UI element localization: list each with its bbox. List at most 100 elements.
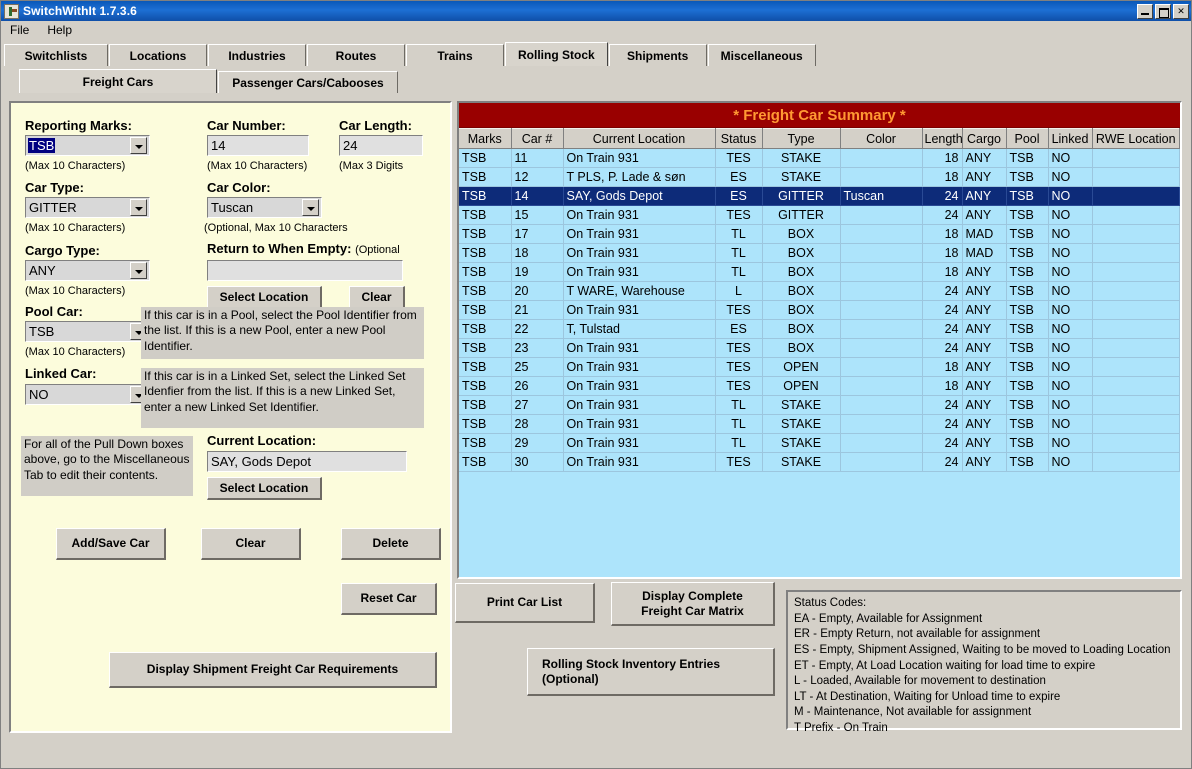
- col-linked[interactable]: Linked: [1048, 128, 1093, 149]
- table-row[interactable]: TSB 15 On Train 931 TES GITTER 24 ANY TSB NO: [459, 205, 1180, 225]
- cell-current-location: On Train 931: [563, 262, 716, 282]
- tab-industries[interactable]: Industries: [208, 44, 306, 66]
- col-status[interactable]: Status: [715, 128, 763, 149]
- col-car-number[interactable]: Car #: [511, 128, 564, 149]
- print-car-list-button[interactable]: Print Car List: [455, 583, 595, 623]
- cell-linked: NO: [1048, 338, 1093, 358]
- tab-trains[interactable]: Trains: [406, 44, 504, 66]
- cell-status: TES: [715, 148, 763, 168]
- cell-pool: TSB: [1006, 262, 1049, 282]
- table-row[interactable]: TSB 28 On Train 931 TL STAKE 24 ANY TSB NO: [459, 414, 1180, 434]
- rolling-stock-inventory-button[interactable]: Rolling Stock Inventory Entries (Optiona…: [527, 648, 775, 696]
- cell-type: BOX: [762, 338, 841, 358]
- display-complete-matrix-button[interactable]: Display Complete Freight Car Matrix: [611, 582, 775, 626]
- col-marks[interactable]: Marks: [459, 128, 512, 149]
- reporting-marks-label: Reporting Marks:: [25, 118, 132, 133]
- chevron-down-icon[interactable]: [130, 199, 147, 216]
- table-row[interactable]: TSB 26 On Train 931 TES OPEN 18 ANY TSB NO: [459, 376, 1180, 396]
- cargo-type-combo[interactable]: ANY: [25, 260, 150, 281]
- cell-status: TL: [715, 262, 763, 282]
- menu-item-help[interactable]: Help: [44, 22, 81, 39]
- chevron-down-icon[interactable]: [130, 137, 147, 154]
- col-current-location[interactable]: Current Location: [563, 128, 716, 149]
- table-row[interactable]: TSB 14 SAY, Gods Depot ES GITTER Tuscan 24 ANY T…: [459, 186, 1180, 206]
- cell-pool: TSB: [1006, 452, 1049, 472]
- current-location-select-button[interactable]: Select Location: [207, 477, 322, 500]
- table-row[interactable]: TSB 20 T WARE, Warehouse L BOX 24 ANY TSB NO: [459, 281, 1180, 301]
- table-row[interactable]: TSB 25 On Train 931 TES OPEN 18 ANY TSB NO: [459, 357, 1180, 377]
- table-row[interactable]: TSB 19 On Train 931 TL BOX 18 ANY TSB NO: [459, 262, 1180, 282]
- cell-cargo: ANY: [962, 262, 1007, 282]
- col-rwe-location[interactable]: RWE Location: [1092, 128, 1180, 149]
- rwe-input[interactable]: [207, 260, 403, 281]
- status-codes-box: Status Codes: EA - Empty, Available for …: [786, 590, 1182, 734]
- cell-length: 24: [922, 300, 963, 320]
- maximize-button[interactable]: [1155, 3, 1171, 19]
- add-save-car-button[interactable]: Add/Save Car: [56, 528, 166, 560]
- table-row[interactable]: TSB 30 On Train 931 TES STAKE 24 ANY TSB NO: [459, 452, 1180, 472]
- delete-button[interactable]: Delete: [341, 528, 441, 560]
- table-row[interactable]: TSB 27 On Train 931 TL STAKE 24 ANY TSB NO: [459, 395, 1180, 415]
- filler-cell: [511, 471, 563, 577]
- status-code-line: L - Loaded, Available for movement to de…: [794, 675, 1046, 688]
- table-row[interactable]: TSB 17 On Train 931 TL BOX 18 MAD TSB NO: [459, 224, 1180, 244]
- car-number-input[interactable]: 14: [207, 135, 309, 156]
- table-row[interactable]: TSB 11 On Train 931 TES STAKE 18 ANY TSB NO: [459, 148, 1180, 168]
- display-shipment-requirements-button[interactable]: Display Shipment Freight Car Requirement…: [109, 652, 437, 688]
- car-length-input[interactable]: 24: [339, 135, 423, 156]
- filler-cell: [962, 471, 1006, 577]
- car-color-combo[interactable]: Tuscan: [207, 197, 322, 218]
- reporting-marks-combo[interactable]: TSB: [25, 135, 150, 156]
- menu-bar: File Help: [1, 21, 1191, 40]
- subtab-passenger-cars[interactable]: Passenger Cars/Cabooses: [218, 71, 398, 93]
- linked-car-combo[interactable]: NO: [25, 384, 150, 405]
- cell-rwe-location: [1092, 243, 1180, 263]
- cell-status: TES: [715, 300, 763, 320]
- cell-current-location: On Train 931: [563, 243, 716, 263]
- cell-pool: TSB: [1006, 243, 1049, 263]
- cell-pool: TSB: [1006, 395, 1049, 415]
- menu-item-file[interactable]: File: [7, 22, 38, 39]
- rwe-select-location-button[interactable]: Select Location: [207, 286, 322, 309]
- cell-current-location: On Train 931: [563, 205, 716, 225]
- minimize-button[interactable]: [1137, 3, 1153, 19]
- filler-cell: [1006, 471, 1048, 577]
- car-type-combo[interactable]: GITTER: [25, 197, 150, 218]
- table-row[interactable]: TSB 18 On Train 931 TL BOX 18 MAD TSB NO: [459, 243, 1180, 263]
- table-row[interactable]: TSB 12 T PLS, P. Lade & søn ES STAKE 18 ANY TSB…: [459, 167, 1180, 187]
- col-color[interactable]: Color: [840, 128, 923, 149]
- col-length[interactable]: Length: [922, 128, 963, 149]
- tab-rolling-stock[interactable]: Rolling Stock: [505, 42, 608, 66]
- car-color-value: Tuscan: [211, 200, 254, 215]
- cell-current-location: On Train 931: [563, 395, 716, 415]
- current-location-input[interactable]: SAY, Gods Depot: [207, 451, 407, 472]
- cell-length: 24: [922, 395, 963, 415]
- cell-car: 29: [511, 433, 564, 453]
- chevron-down-icon[interactable]: [130, 262, 147, 279]
- tab-shipments[interactable]: Shipments: [608, 44, 707, 66]
- col-pool[interactable]: Pool: [1006, 128, 1049, 149]
- col-type[interactable]: Type: [762, 128, 841, 149]
- cell-marks: TSB: [459, 243, 512, 263]
- tab-switchlists[interactable]: Switchlists: [4, 44, 108, 66]
- cell-status: L: [715, 281, 763, 301]
- reset-car-button[interactable]: Reset Car: [341, 583, 437, 615]
- pulldown-note: For all of the Pull Down boxes above, go…: [21, 436, 193, 496]
- table-row[interactable]: TSB 21 On Train 931 TES BOX 24 ANY TSB NO: [459, 300, 1180, 320]
- pool-car-combo[interactable]: TSB: [25, 321, 150, 342]
- tab-miscellaneous[interactable]: Miscellaneous: [707, 44, 816, 66]
- table-row[interactable]: TSB 22 T, Tulstad ES BOX 24 ANY TSB NO: [459, 319, 1180, 339]
- cell-linked: NO: [1048, 243, 1093, 263]
- rwe-clear-button[interactable]: Clear: [349, 286, 405, 309]
- clear-button[interactable]: Clear: [201, 528, 301, 560]
- table-row[interactable]: TSB 23 On Train 931 TES BOX 24 ANY TSB NO: [459, 338, 1180, 358]
- tab-routes[interactable]: Routes: [307, 44, 405, 66]
- chevron-down-icon[interactable]: [302, 199, 319, 216]
- col-cargo[interactable]: Cargo: [962, 128, 1007, 149]
- subtab-freight-cars[interactable]: Freight Cars: [19, 69, 217, 93]
- car-color-hint: (Optional, Max 10 Characters: [204, 222, 348, 234]
- cell-linked: NO: [1048, 262, 1093, 282]
- tab-locations[interactable]: Locations: [109, 44, 207, 66]
- table-row[interactable]: TSB 29 On Train 931 TL STAKE 24 ANY TSB NO: [459, 433, 1180, 453]
- close-button[interactable]: ✕: [1173, 3, 1189, 19]
